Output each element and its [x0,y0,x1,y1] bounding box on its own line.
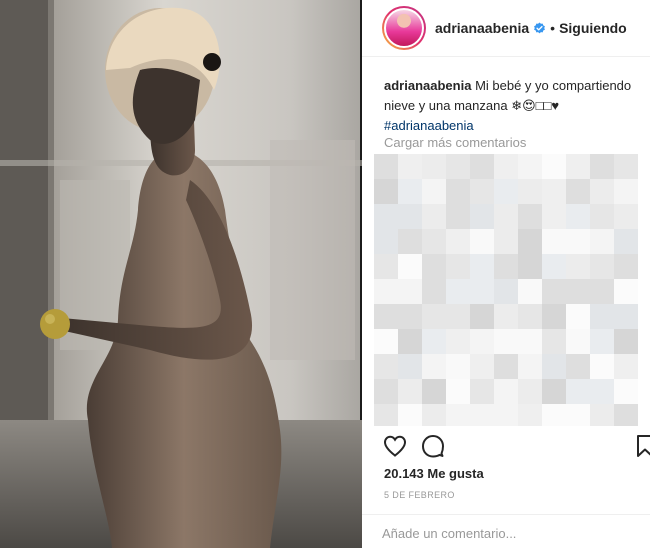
post-header: adrianaabenia • Siguiendo [362,0,650,57]
comment-input[interactable] [382,523,632,543]
caption-username[interactable]: adrianaabenia [384,78,471,93]
post-caption: adrianaabenia Mi bebé y yo compartiendo … [384,76,642,136]
header-separator: • [550,20,556,36]
bookmark-icon[interactable] [632,433,650,459]
verified-badge-icon [533,22,546,35]
avatar-image [384,8,424,48]
pixelated-comments [374,154,638,426]
likes-count[interactable]: 20.143 Me gusta [384,466,484,481]
action-bar [362,433,650,461]
header-username[interactable]: adrianaabenia [435,20,529,36]
load-more-comments-link[interactable]: Cargar más comentarios [384,135,526,150]
avatar[interactable] [382,6,426,50]
comment-bar [362,514,650,548]
post-photo[interactable] [0,0,362,548]
following-button[interactable]: Siguiendo [559,20,627,36]
caption-hashtag[interactable]: #adrianaabenia [384,116,642,136]
heart-icon[interactable] [382,433,408,459]
speech-bubble-icon[interactable] [420,433,446,459]
post-date[interactable]: 5 DE FEBRERO [384,490,455,500]
post-side-panel: adrianaabenia • Siguiendo adrianaabenia … [362,0,650,548]
